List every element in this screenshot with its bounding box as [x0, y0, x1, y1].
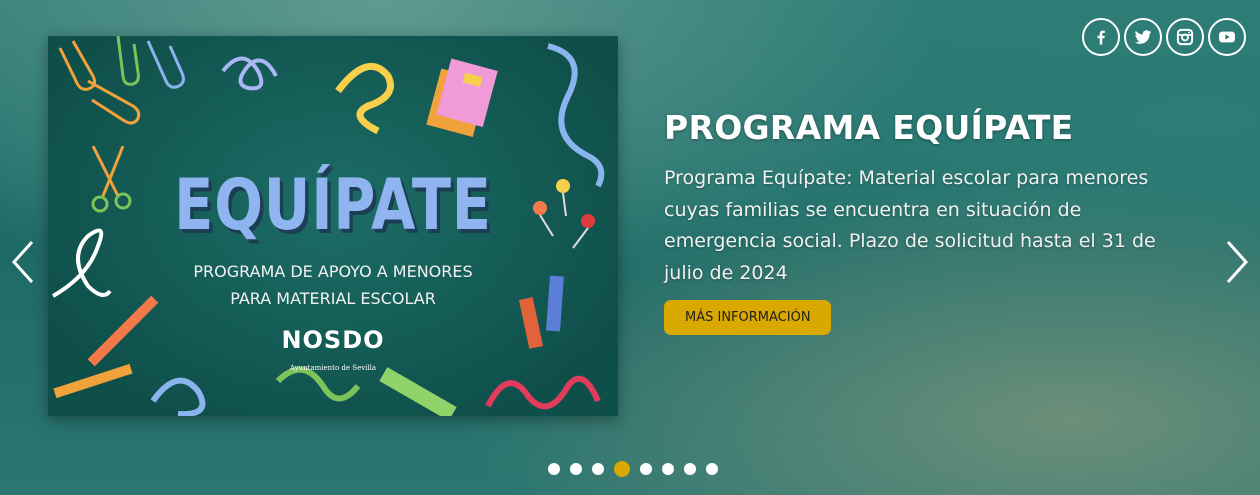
- chevron-left-icon: [11, 240, 34, 284]
- slider-dot[interactable]: [548, 463, 560, 475]
- squiggle-icon: [485, 375, 601, 410]
- poster-subtitle-line-1: PROGRAMA DE APOYO A MENORES: [193, 262, 473, 281]
- social-links: [1082, 18, 1246, 56]
- slide-caption: PROGRAMA EQUÍPATE Programa Equípate: Mat…: [664, 108, 1184, 335]
- next-slide-button[interactable]: [1222, 238, 1252, 286]
- poster-subtitle: PROGRAMA DE APOYO A MENORES PARA MATERIA…: [48, 258, 618, 312]
- previous-slide-button[interactable]: [8, 238, 38, 286]
- poster-title: EQUÍPATE: [174, 164, 492, 246]
- hero-slider: EQUÍPATE PROGRAMA DE APOYO A MENORES PAR…: [0, 0, 1260, 495]
- twitter-icon: [1134, 30, 1152, 44]
- slider-dot[interactable]: [706, 463, 718, 475]
- poster-subtitle-line-2: PARA MATERIAL ESCOLAR: [230, 289, 436, 308]
- notebook-icon: [426, 58, 498, 137]
- slider-dot[interactable]: [662, 463, 674, 475]
- slider-dot[interactable]: [684, 463, 696, 475]
- slider-dot[interactable]: [614, 461, 630, 477]
- youtube-button[interactable]: [1208, 18, 1246, 56]
- facebook-icon: [1097, 30, 1105, 45]
- twitter-button[interactable]: [1124, 18, 1162, 56]
- squiggle-icon: [335, 63, 394, 135]
- slide-image[interactable]: EQUÍPATE PROGRAMA DE APOYO A MENORES PAR…: [48, 36, 618, 416]
- poster-organization: Ayuntamiento de Sevilla: [289, 364, 377, 372]
- squiggle-icon: [275, 366, 361, 402]
- nosdo-logo: NOSDO: [281, 326, 385, 354]
- facebook-button[interactable]: [1082, 18, 1120, 56]
- more-info-button[interactable]: MÁS INFORMACIÓN: [664, 300, 831, 335]
- chevron-right-icon: [1226, 240, 1249, 284]
- slide-description: Programa Equípate: Material escolar para…: [664, 167, 1156, 284]
- slider-dot[interactable]: [640, 463, 652, 475]
- instagram-icon: [1176, 28, 1194, 46]
- slide-title: PROGRAMA EQUÍPATE: [664, 108, 1074, 147]
- slider-dot[interactable]: [592, 463, 604, 475]
- squiggle-icon: [150, 377, 206, 416]
- instagram-button[interactable]: [1166, 18, 1204, 56]
- slider-pagination: [548, 461, 718, 477]
- slider-dot[interactable]: [570, 463, 582, 475]
- youtube-icon: [1219, 31, 1235, 43]
- paper-clip-icon: [58, 36, 185, 125]
- ruler-icon: [379, 367, 457, 416]
- squiggle-icon: [221, 56, 278, 91]
